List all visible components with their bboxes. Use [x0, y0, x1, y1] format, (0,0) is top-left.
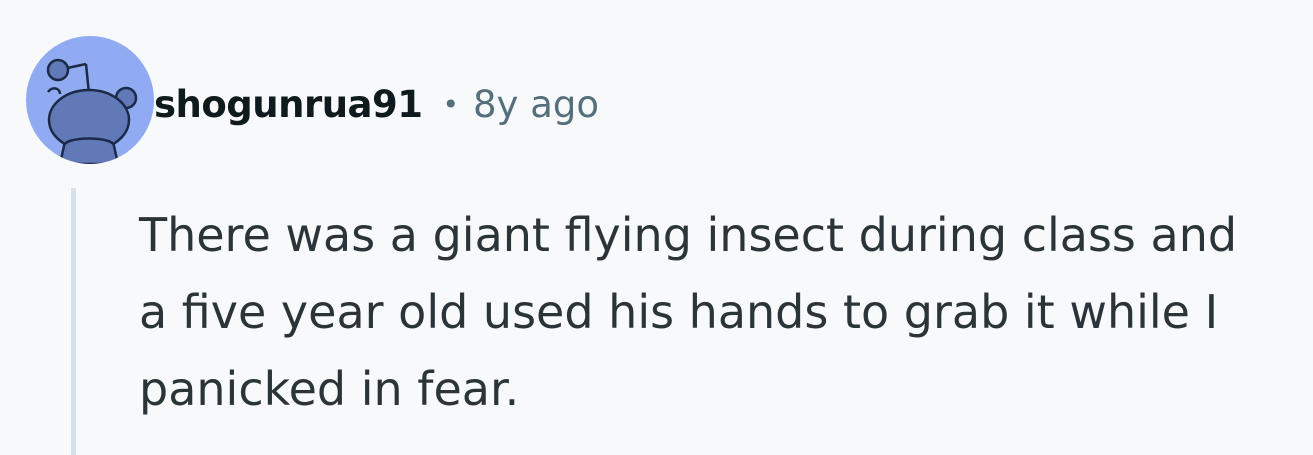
comment-meta: shogunrua91 • 8y ago	[154, 78, 599, 130]
comment-line: a five year old used his hands to grab i…	[139, 285, 1219, 339]
comment-line: There was a giant flying insect during c…	[139, 208, 1238, 262]
timestamp[interactable]: 8y ago	[473, 83, 599, 126]
avatar[interactable]	[26, 36, 154, 164]
username-link[interactable]: shogunrua91	[154, 83, 423, 126]
comment-body: There was a giant flying insect during c…	[139, 197, 1309, 428]
thread-collapse-line[interactable]	[71, 188, 76, 455]
comment-line: panicked in fear.	[139, 362, 520, 416]
snoo-avatar-icon	[46, 58, 138, 164]
comment: shogunrua91 • 8y ago There was a giant f…	[0, 0, 1313, 455]
meta-separator: •	[442, 87, 460, 121]
